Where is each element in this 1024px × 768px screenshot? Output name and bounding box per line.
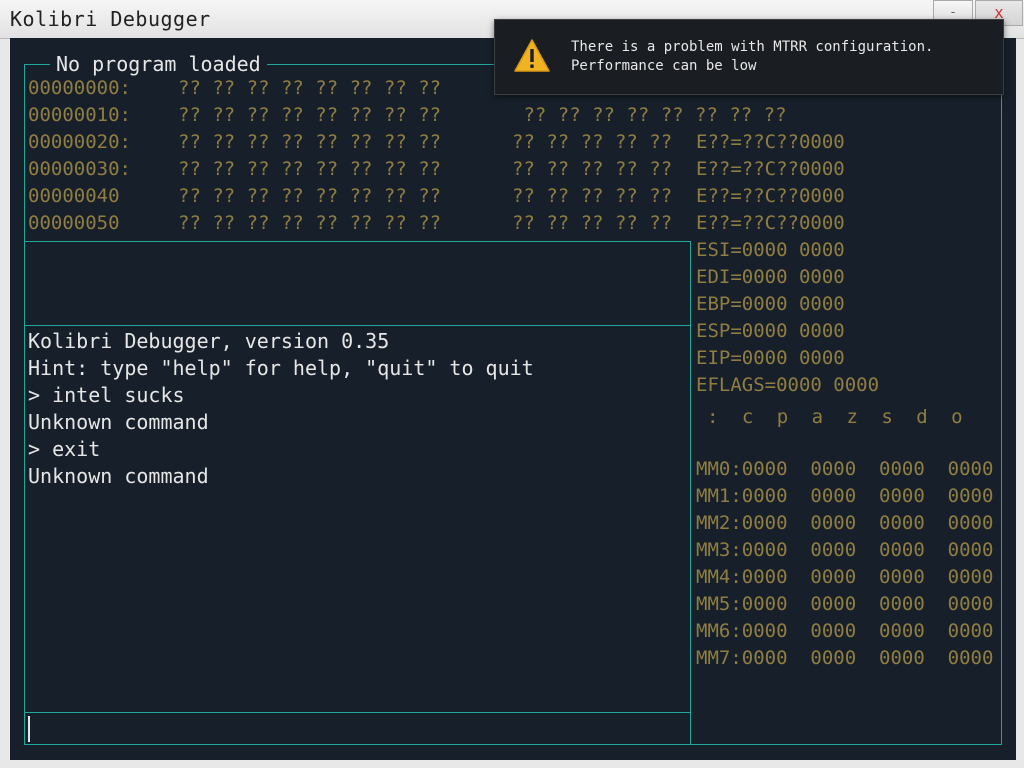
dump-row: 00000020: ?? ?? ?? ?? ?? ?? ?? ?? ?? ?? ??… [28,131,672,153]
dump-row: 00000040 ?? ?? ?? ?? ?? ?? ?? ?? ?? ?? ?? … [28,185,672,207]
mmx-register: MM5:0000 0000 0000 0000 [696,593,994,615]
mmx-register: MM3:0000 0000 0000 0000 [696,539,994,561]
dump-hex-low: ?? ?? ?? ?? ?? ?? ?? ?? [178,77,442,99]
dump-hex-high: ?? ?? ?? ?? ?? [512,212,673,234]
register-value: EIP=0000 0000 [696,347,845,369]
console-output: Kolibri Debugger, version 0.35 Hint: type… [28,328,534,490]
window-title: Kolibri Debugger [10,7,211,31]
console-line: Hint: type "help" for help, "quit" to qu… [28,356,534,380]
mmx-register: MM1:0000 0000 0000 0000 [696,485,994,507]
dump-address: 00000030: [28,158,131,180]
register-value: E??=??C??0000 [696,158,845,180]
notification-line2: Performance can be low [571,58,757,74]
dump-hex-high: ?? ?? ?? ?? ?? [512,131,673,153]
register-value: EDI=0000 0000 [696,266,845,288]
command-input[interactable] [25,713,689,744]
dump-row: 00000050 ?? ?? ?? ?? ?? ?? ?? ?? ?? ?? ?? … [28,212,672,234]
dump-hex-low: ?? ?? ?? ?? ?? ?? ?? ?? [178,212,442,234]
register-value: EFLAGS=0000 0000 [696,374,880,396]
register-value: E??=??C??0000 [696,131,845,153]
dump-row: 00000000: ?? ?? ?? ?? ?? ?? ?? ?? [28,77,512,99]
flags-line: : c p a z s d o [707,406,969,428]
text-cursor [28,716,30,742]
dump-hex-low: ?? ?? ?? ?? ?? ?? ?? ?? [178,185,442,207]
registers-separator [690,241,691,745]
dump-hex-high: ?? ?? ?? ?? ?? [512,158,673,180]
dump-row: 00000010: ?? ?? ?? ?? ?? ?? ?? ?? ?? ?? ?… [28,104,787,126]
dump-hex-high: ?? ?? ?? ?? ?? ?? ?? ?? [512,104,787,126]
register-value: E??=??C??0000 [696,212,845,234]
dump-row: 00000030: ?? ?? ?? ?? ?? ?? ?? ?? ?? ?? ??… [28,158,672,180]
dump-hex-low: ?? ?? ?? ?? ?? ?? ?? ?? [178,158,442,180]
register-value: E??=??C??0000 [696,185,845,207]
mmx-register: MM2:0000 0000 0000 0000 [696,512,994,534]
register-value: ESP=0000 0000 [696,320,845,342]
dump-address: 00000040 [28,185,120,207]
dump-address: 00000000: [28,77,131,99]
console-line: Unknown command [28,410,209,434]
notification-line1: There is a problem with MTRR configurati… [571,39,934,55]
debugger-client-area: No program loaded 00000000: ?? ?? ?? ?? ?… [10,38,1016,760]
mmx-register: MM0:0000 0000 0000 0000 [696,458,994,480]
notification-text: There is a problem with MTRR configurati… [571,38,933,76]
console-line: > exit [28,437,101,461]
warning-icon [514,39,550,72]
mmx-register: MM4:0000 0000 0000 0000 [696,566,994,588]
disassembly-pane [25,242,689,324]
console-line: Kolibri Debugger, version 0.35 [28,329,390,353]
dump-hex-high: ?? ?? ?? ?? ?? [512,185,673,207]
dump-address: 00000010: [28,104,131,126]
dump-address: 00000050 [28,212,120,234]
dump-address: 00000020: [28,131,131,153]
window-bottom-edge [0,760,1024,768]
disasm-separator [24,325,690,326]
console-line: > intel sucks [28,383,185,407]
dump-hex-low: ?? ?? ?? ?? ?? ?? ?? ?? [178,131,442,153]
mmx-register: MM6:0000 0000 0000 0000 [696,620,994,642]
mtrr-notification[interactable]: There is a problem with MTRR configurati… [494,19,1004,95]
register-value: EBP=0000 0000 [696,293,845,315]
mmx-register: MM7:0000 0000 0000 0000 [696,647,994,669]
console-line: Unknown command [28,464,209,488]
dump-hex-low: ?? ?? ?? ?? ?? ?? ?? ?? [178,104,442,126]
register-value: ESI=0000 0000 [696,239,845,261]
frame-title: No program loaded [50,52,267,76]
